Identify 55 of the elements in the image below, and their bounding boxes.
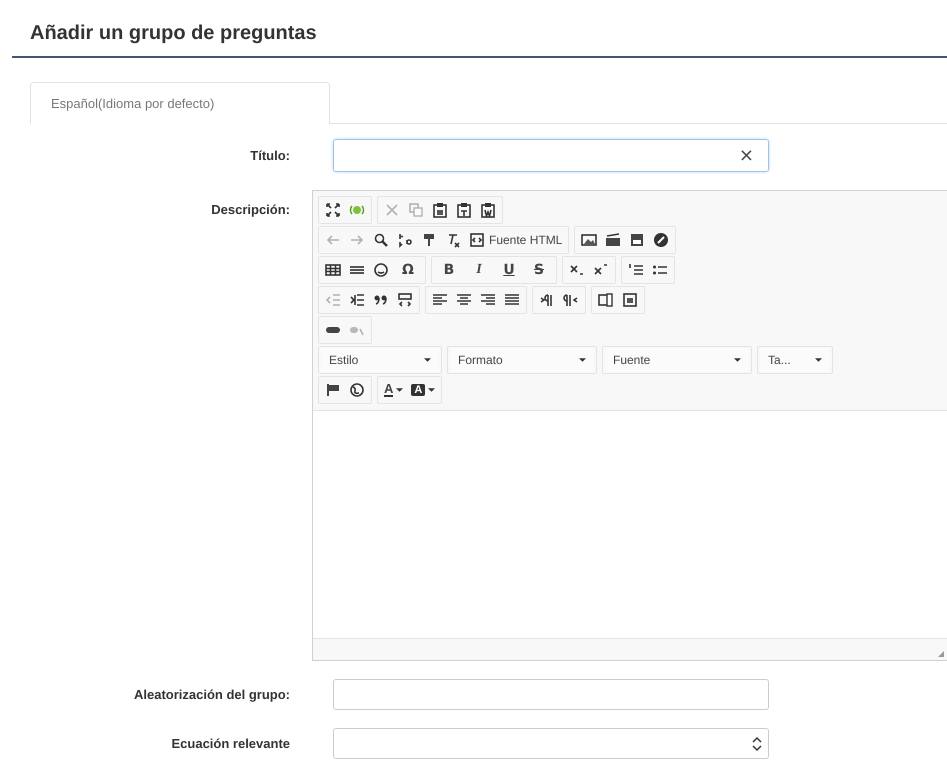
image-icon bbox=[581, 232, 598, 248]
justify-icon bbox=[504, 292, 520, 308]
resize-grip-icon[interactable] bbox=[938, 651, 944, 657]
field-label: Título: bbox=[249, 148, 290, 163]
ltr-icon bbox=[539, 292, 555, 308]
globe-icon bbox=[349, 382, 365, 398]
flag-icon bbox=[325, 382, 341, 398]
relevance-field[interactable] bbox=[333, 728, 769, 759]
outdent-icon bbox=[325, 292, 341, 308]
field-label: Descripción: bbox=[210, 201, 290, 217]
source-icon bbox=[469, 232, 485, 248]
text-color-button[interactable]: A bbox=[380, 378, 408, 402]
format-button[interactable]: S bbox=[524, 258, 554, 282]
document-icon bbox=[622, 292, 638, 308]
format-button[interactable]: Ω bbox=[393, 258, 423, 282]
background-color-button[interactable]: A bbox=[407, 378, 440, 402]
brush-icon bbox=[421, 232, 437, 248]
caret-icon bbox=[396, 388, 404, 392]
copy-icon bbox=[408, 202, 424, 218]
rtl-icon bbox=[563, 292, 579, 308]
align-center-icon bbox=[456, 292, 472, 308]
title-field[interactable]: × bbox=[333, 139, 769, 172]
caret-icon bbox=[424, 358, 431, 362]
edit-icon bbox=[653, 232, 670, 248]
spinner-icon[interactable] bbox=[752, 736, 762, 752]
field-label: Ecuación relevante bbox=[170, 736, 290, 751]
table-icon bbox=[325, 262, 341, 278]
smiley-icon bbox=[373, 262, 389, 278]
frame-icon bbox=[598, 292, 614, 308]
format-button[interactable]: I bbox=[464, 258, 494, 282]
clear-button[interactable]: × bbox=[732, 145, 768, 166]
clipboard-icon bbox=[432, 202, 448, 218]
format-button[interactable]: B bbox=[434, 258, 464, 282]
source-button[interactable]: Fuente HTML bbox=[465, 228, 566, 252]
page-title: Añadir un grupo de preguntas bbox=[30, 21, 318, 46]
field-label: Aleatorización del grupo: bbox=[132, 687, 290, 702]
div-icon bbox=[397, 292, 413, 308]
maximize-icon bbox=[325, 202, 341, 218]
randomization-field[interactable] bbox=[333, 679, 769, 710]
align-left-icon bbox=[432, 292, 448, 308]
indent-icon bbox=[349, 292, 365, 308]
caret-icon bbox=[815, 358, 822, 362]
clipboard-icon bbox=[480, 202, 496, 218]
scissors-icon bbox=[384, 202, 400, 218]
caret-icon bbox=[579, 358, 586, 362]
clipboard-icon bbox=[456, 202, 472, 218]
format-button[interactable]: U bbox=[494, 258, 524, 282]
search-icon bbox=[373, 232, 389, 248]
numbered-list-icon bbox=[628, 262, 644, 278]
video-icon bbox=[629, 232, 646, 248]
film-icon bbox=[605, 232, 622, 248]
caret-icon bbox=[428, 388, 436, 392]
caret-icon bbox=[734, 358, 741, 362]
language-tab[interactable]: Español(Idioma por defecto) bbox=[30, 82, 330, 125]
align-right-icon bbox=[480, 292, 496, 308]
